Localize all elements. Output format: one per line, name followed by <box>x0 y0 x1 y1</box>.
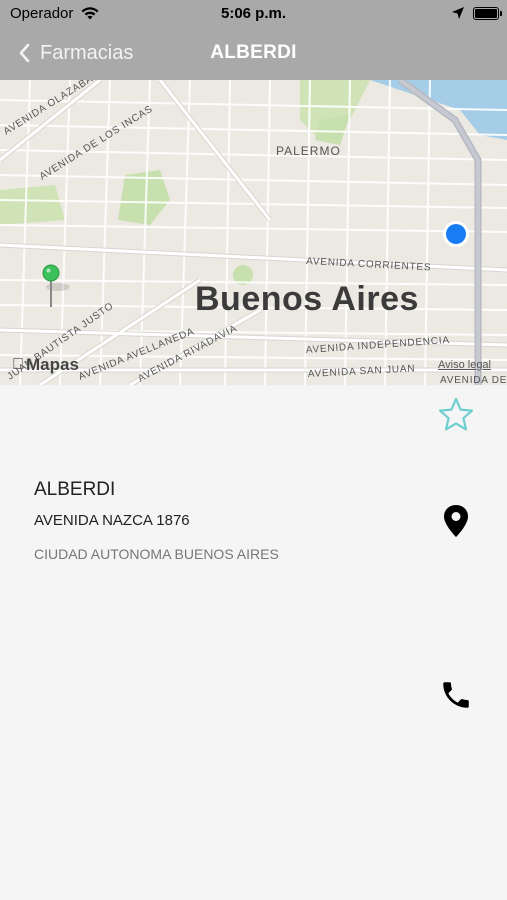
phone-icon[interactable] <box>439 678 473 712</box>
maps-brand:  Mapas <box>12 355 79 375</box>
apple-logo-icon:  <box>12 356 24 374</box>
navigation-bar: Farmacias ALBERDI <box>0 28 507 80</box>
map-district-label: PALERMO <box>276 144 341 158</box>
pharmacy-address: AVENIDA NAZCA 1876 <box>34 512 190 529</box>
status-bar: Operador 5:06 p.m. <box>0 0 507 28</box>
user-location-icon <box>443 221 469 247</box>
pharmacy-city: CIUDAD AUTONOMA BUENOS AIRES <box>34 546 279 562</box>
favorite-star-icon[interactable] <box>437 396 475 434</box>
location-arrow-icon <box>452 7 464 19</box>
clock: 5:06 p.m. <box>220 5 287 22</box>
page-title: ALBERDI <box>210 42 297 63</box>
legal-link[interactable]: Aviso legal <box>438 359 491 371</box>
maps-brand-label: Mapas <box>14 355 79 374</box>
map-canvas: AVENIDA OLAZABAL AVENIDA DE LOS INCAS AV… <box>0 80 507 385</box>
map-pin-icon[interactable] <box>441 503 471 539</box>
street-label: AVENIDA DE GARAY <box>440 375 507 385</box>
map-view[interactable]: AVENIDA OLAZABAL AVENIDA DE LOS INCAS AV… <box>0 80 507 385</box>
battery-icon <box>473 7 502 20</box>
map-city-label: Buenos Aires <box>195 280 419 318</box>
pharmacy-name: ALBERDI <box>34 479 116 500</box>
